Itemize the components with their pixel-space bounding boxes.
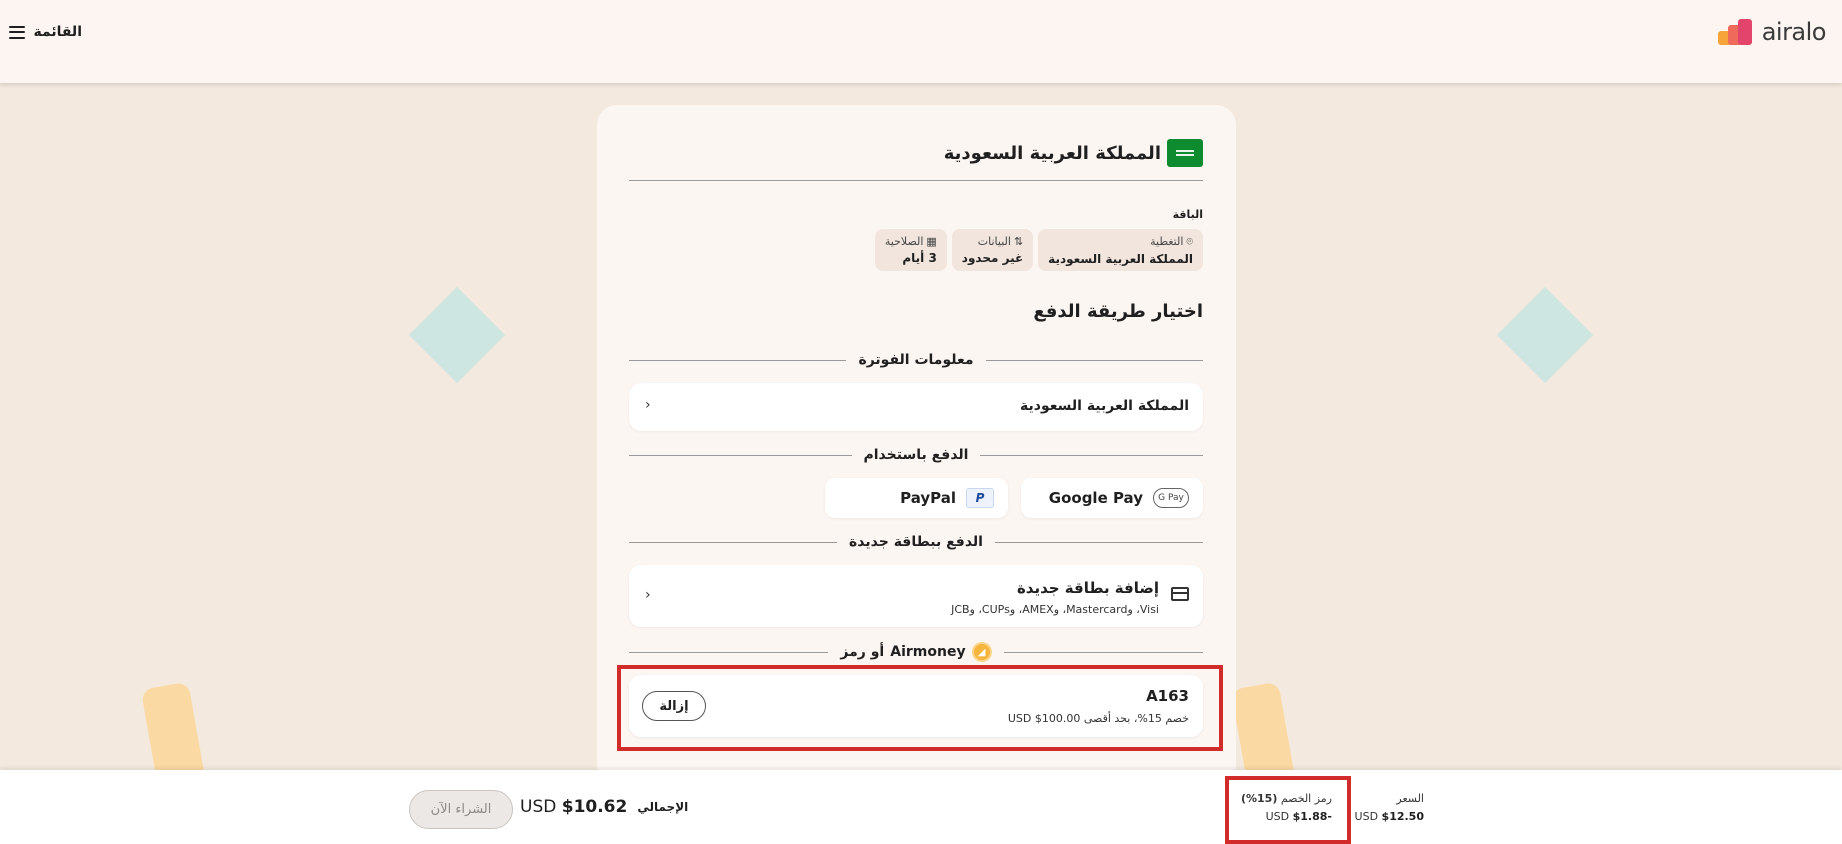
add-card-title: إضافة بطاقة جديدة: [1016, 579, 1159, 597]
data-arrows-icon: ⇅: [1013, 235, 1024, 248]
pay-with-divider: الدفع باستخدام: [628, 445, 1203, 465]
paypal-icon: P: [966, 488, 994, 508]
country-header: المملكة العربية السعودية: [944, 138, 1203, 168]
new-card-divider-label: الدفع ببطاقة جديدة: [849, 534, 983, 550]
chevron-left-icon: ‹: [645, 587, 651, 603]
add-card-subtitle: Visi، وMastercard، وAMEX، وCUPs، وJCB: [951, 603, 1159, 616]
airmoney-suffix: أو رمز: [840, 644, 885, 660]
google-pay-button[interactable]: G Pay Google Pay: [1021, 478, 1203, 518]
chip-label: الصلاحية: [884, 235, 924, 248]
total-value: $10.62 USD: [520, 797, 627, 817]
chip-label: البيانات: [977, 235, 1011, 248]
package-chips: ⌾ التغطية المملكة العربية السعودية ⇅ الب…: [874, 229, 1203, 271]
discount-highlight-box: [1225, 776, 1351, 844]
pay-with-divider-label: الدفع باستخدام: [863, 447, 969, 463]
airmoney-divider-label: ◢ Airmoney أو رمز: [828, 642, 1003, 662]
chip-coverage: ⌾ التغطية المملكة العربية السعودية: [1038, 229, 1203, 271]
calendar-icon: ▦: [926, 235, 937, 248]
price-summary: السعر $12.50 USD: [1355, 792, 1424, 823]
payment-method-title: اختيار طريقة الدفع: [1033, 301, 1203, 322]
price-currency: USD: [1354, 810, 1379, 823]
airmoney-divider: ◢ Airmoney أو رمز: [629, 642, 1203, 662]
chip-data: ⇅ البيانات غير محدود: [951, 229, 1034, 271]
buy-now-button[interactable]: الشراء الآن: [409, 790, 513, 829]
billing-country-value: المملكة العربية السعودية: [1020, 398, 1189, 414]
billing-divider: معلومات الفوترة: [628, 350, 1203, 370]
checkout-footer: السعر $12.50 USD رمز الخصم (15%) -$1.88 …: [0, 770, 1842, 844]
paypal-button[interactable]: P PayPal: [825, 478, 1008, 518]
price-amount: $12.50: [1381, 810, 1424, 823]
google-pay-label: Google Pay: [1048, 489, 1143, 507]
billing-divider-label: معلومات الفوترة: [858, 352, 974, 368]
airmoney-coin-icon: ◢: [971, 642, 992, 662]
total-summary: الإجمالي $10.62 USD: [520, 792, 688, 822]
new-card-divider: الدفع ببطاقة جديدة: [629, 532, 1203, 552]
chip-value: غير محدود: [961, 251, 1024, 265]
location-pin-icon: ⌾: [1186, 234, 1193, 248]
menu-label: القائمة: [33, 24, 82, 40]
paypal-label: PayPal: [900, 489, 956, 507]
total-currency: USD: [520, 797, 557, 817]
add-new-card-button[interactable]: إضافة بطاقة جديدة Visi، وMastercard، وAM…: [629, 565, 1203, 627]
chip-value: المملكة العربية السعودية: [1048, 251, 1193, 266]
credit-card-icon: [1171, 587, 1189, 601]
menu-button[interactable]: القائمة: [9, 20, 82, 44]
hamburger-icon: [9, 25, 26, 39]
saudi-flag-icon: [1167, 139, 1203, 167]
chip-label: التغطية: [1150, 235, 1184, 248]
total-amount: $10.62: [561, 797, 628, 817]
divider-line: [629, 180, 1203, 181]
total-label: الإجمالي: [637, 800, 689, 814]
decor-diamond-left: [408, 286, 506, 384]
promo-highlight-box: [617, 665, 1223, 751]
chip-validity: ▦ الصلاحية 3 أيام: [874, 229, 947, 271]
top-header: القائمة airalo: [0, 0, 1842, 83]
price-value: $12.50 USD: [1355, 810, 1424, 823]
price-label: السعر: [1396, 792, 1424, 805]
airalo-logo[interactable]: airalo: [1717, 16, 1827, 48]
logo-text: airalo: [1761, 18, 1827, 46]
chevron-left-icon: ‹: [645, 397, 651, 413]
airmoney-brand: Airmoney: [890, 644, 966, 660]
billing-country-select[interactable]: المملكة العربية السعودية ‹: [629, 383, 1203, 431]
package-label: الباقة: [1172, 208, 1203, 221]
chip-value: 3 أيام: [902, 251, 937, 265]
country-title: المملكة العربية السعودية: [943, 142, 1161, 164]
airalo-logo-icon: [1717, 19, 1752, 45]
decor-diamond-right: [1496, 286, 1594, 384]
google-pay-icon: G Pay: [1153, 488, 1189, 508]
